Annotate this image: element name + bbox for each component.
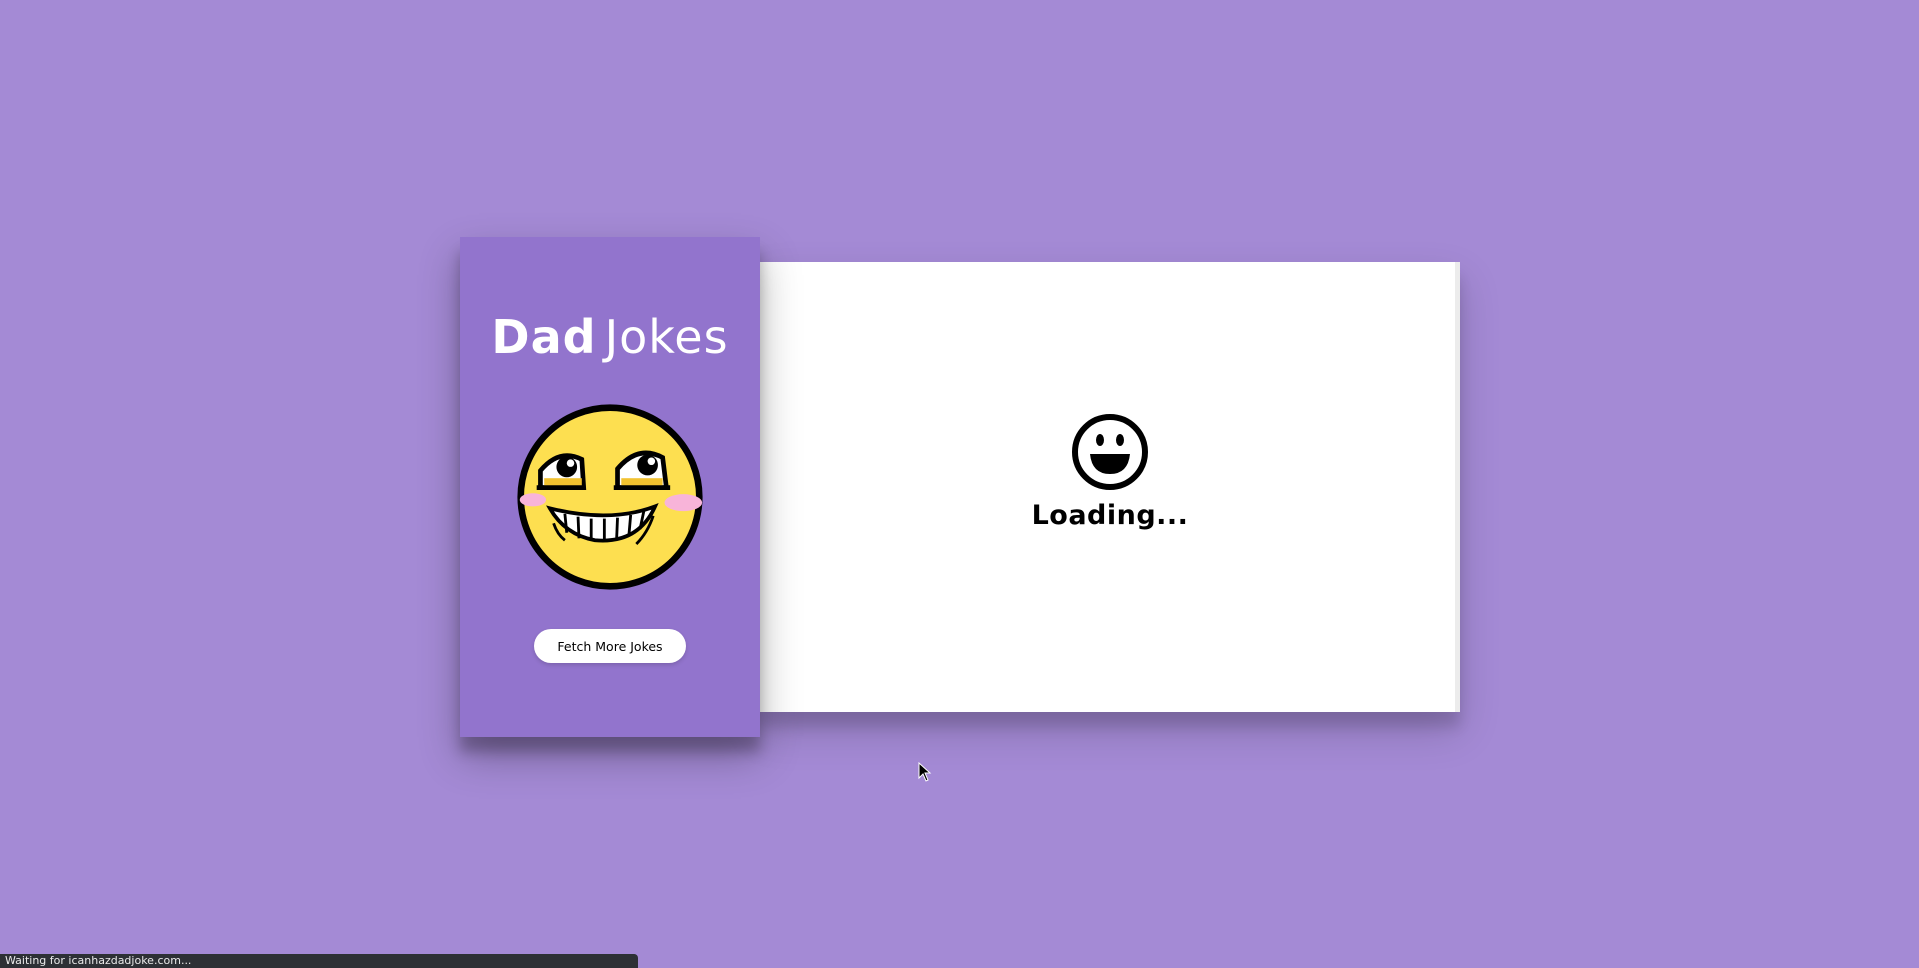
app-title: Dad Jokes — [460, 309, 760, 365]
title-light-text: Jokes — [604, 310, 729, 364]
browser-status-bar: Waiting for icanhazdadjoke.com... — [0, 954, 638, 968]
loading-indicator: Loading... — [760, 412, 1460, 531]
fetch-more-jokes-button[interactable]: Fetch More Jokes — [534, 629, 686, 663]
panel-scrollbar-edge — [1455, 262, 1460, 712]
loading-text: Loading... — [1031, 500, 1189, 531]
mouse-pointer-icon — [918, 762, 932, 782]
jokes-sidebar: Dad Jokes Fetch More Jokes — [460, 237, 760, 737]
laughing-face-icon — [1072, 414, 1148, 490]
awesome-smiley-face-icon — [517, 404, 703, 590]
jokes-panel: Loading... — [760, 262, 1460, 712]
title-bold-text: Dad — [491, 310, 597, 364]
app-root: Dad Jokes Fetch More Jokes Loading... Wa… — [0, 0, 1919, 968]
